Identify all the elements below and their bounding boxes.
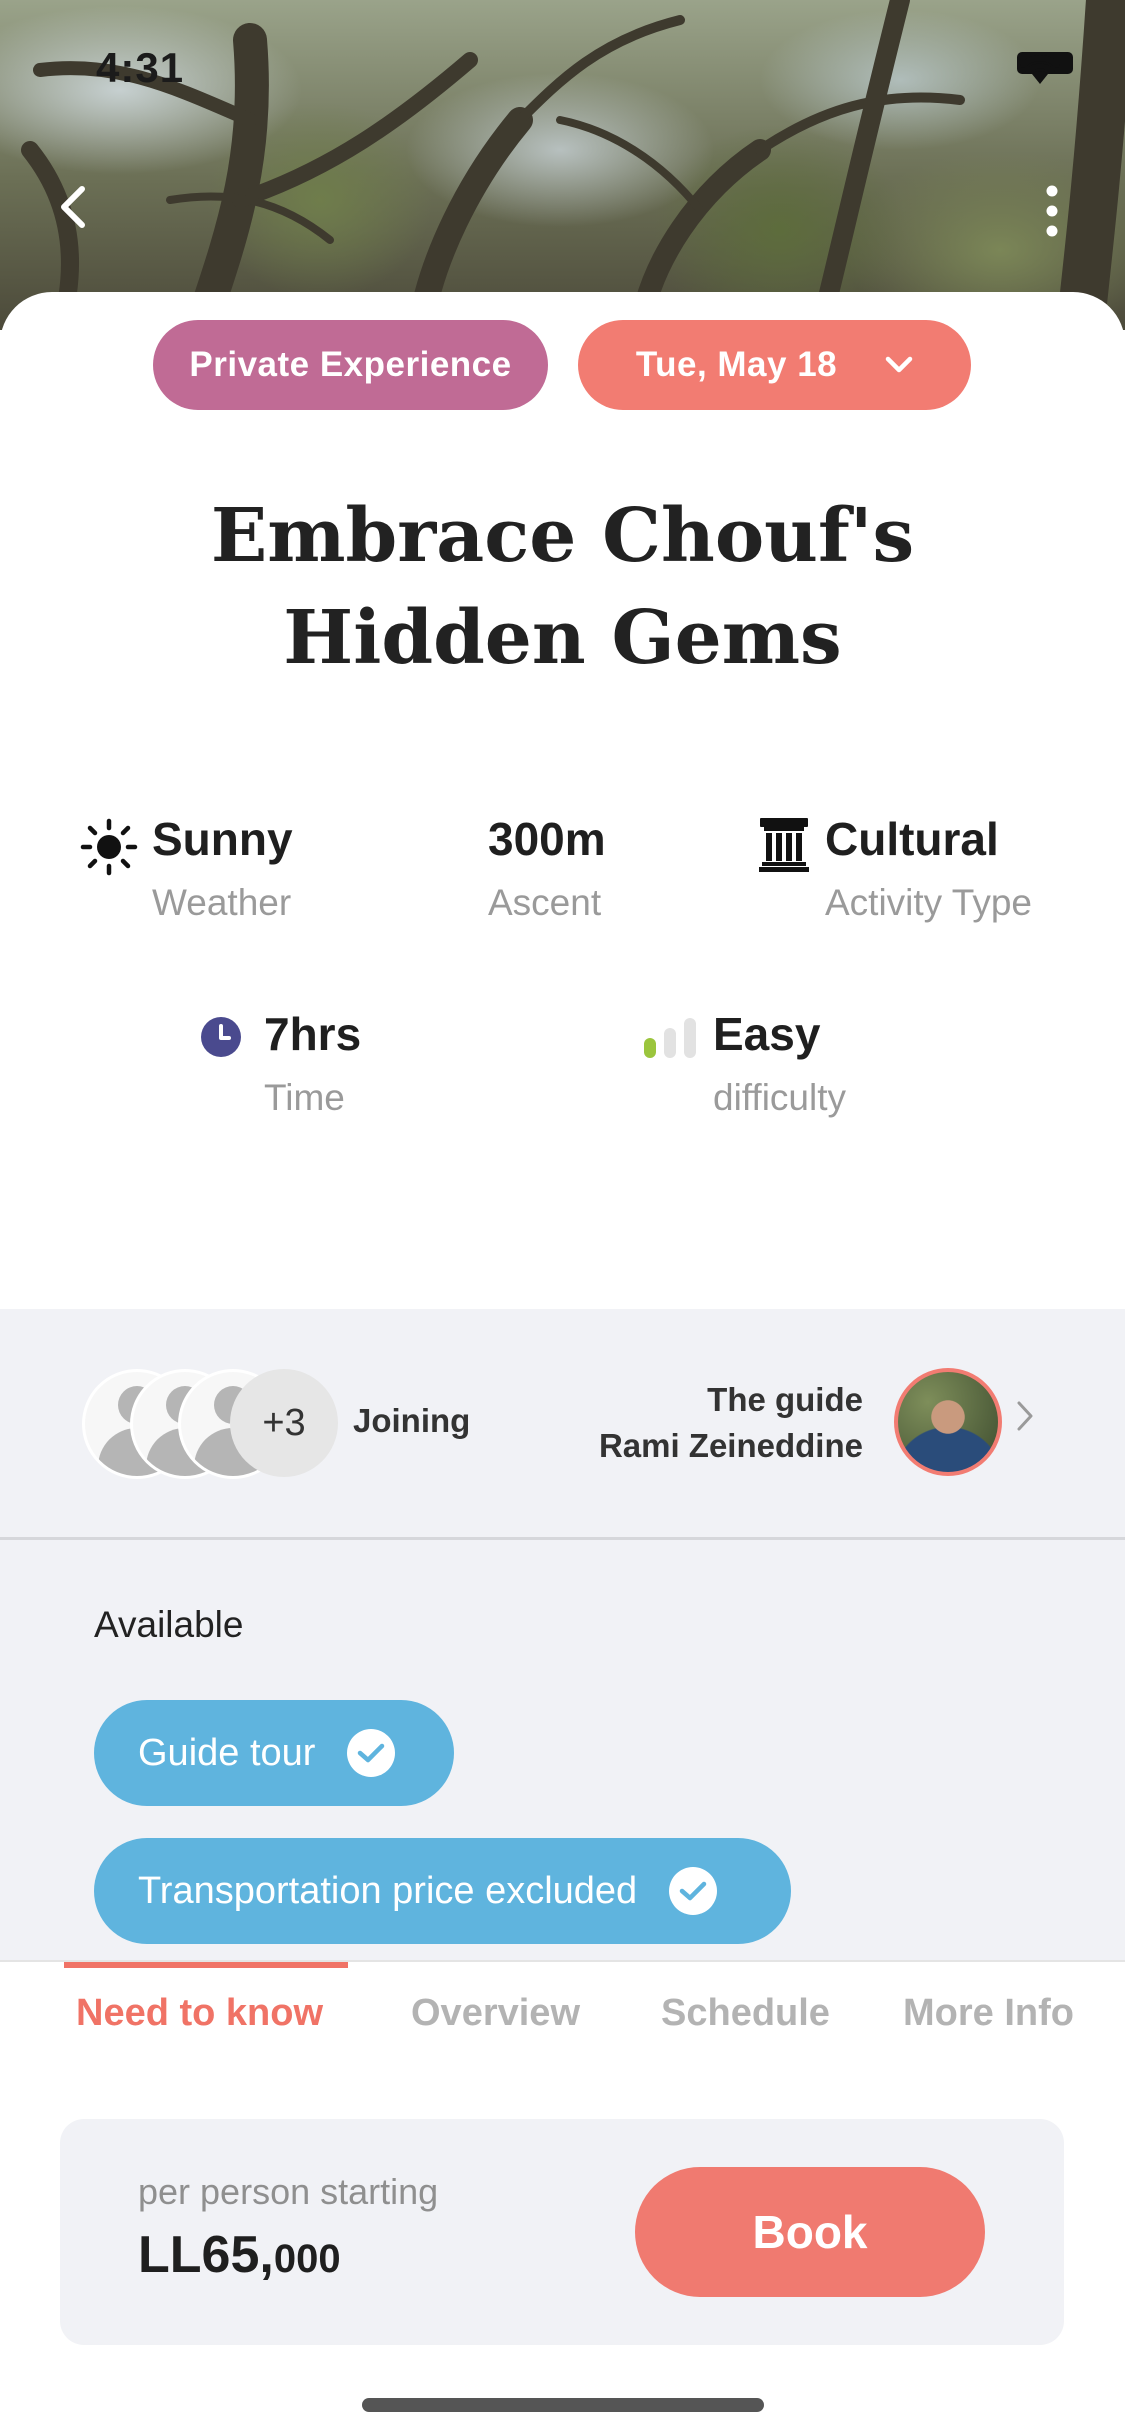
difficulty-label: difficulty	[713, 1077, 846, 1118]
chevron-right-icon[interactable]	[1016, 1400, 1034, 1432]
guide-info[interactable]: The guide Rami Zeineddine	[599, 1377, 863, 1469]
tab-more-info[interactable]: More Info	[903, 1992, 1074, 2035]
page-title: Embrace Chouf's Hidden Gems	[0, 485, 1125, 689]
wifi-icon	[1020, 54, 1060, 84]
clock-icon	[201, 1017, 241, 1057]
price-small: 000	[273, 2237, 341, 2281]
ascent-stat: 300m Ascent	[488, 812, 606, 924]
tab-need-to-know[interactable]: Need to know	[76, 1992, 323, 2035]
status-icons	[1017, 52, 1073, 84]
title-line-1: Embrace Chouf's	[210, 493, 915, 579]
status-time: 4:31	[96, 44, 185, 91]
difficulty-stat: Easy difficulty	[713, 1007, 846, 1119]
tag-transportation-excluded: Transportation price excluded	[94, 1838, 791, 1944]
price: LL65,000	[138, 2225, 341, 2285]
check-icon	[347, 1729, 396, 1777]
back-button[interactable]	[58, 185, 118, 245]
check-icon	[669, 1867, 718, 1915]
chevron-left-icon	[61, 186, 85, 228]
book-button[interactable]: Book	[635, 2167, 985, 2297]
guide-name: Rami Zeineddine	[598, 1427, 863, 1464]
tag-label: Guide tour	[138, 1731, 316, 1774]
section-divider	[0, 1537, 1125, 1540]
time-stat: 7hrs Time	[264, 1007, 361, 1119]
price-main: LL65,	[138, 2226, 274, 2284]
home-indicator	[362, 2398, 764, 2412]
hero-image: 4:31	[0, 0, 1125, 330]
activity-stat: Cultural Activity Type	[825, 812, 1032, 924]
extra-participants-count: +3	[230, 1369, 338, 1477]
guide-avatar[interactable]	[894, 1368, 1002, 1476]
weather-label: Weather	[152, 882, 292, 923]
title-line-2: Hidden Gems	[283, 595, 842, 681]
section-tabs: Need to know Overview Schedule More Info	[0, 1960, 1125, 2042]
joining-label: Joining	[353, 1402, 471, 1439]
activity-label: Activity Type	[825, 882, 1033, 923]
available-heading: Available	[94, 1604, 244, 1645]
time-value: 7hrs	[264, 1008, 362, 1060]
more-vertical-icon	[1046, 185, 1058, 237]
weather-stat: Sunny Weather	[152, 812, 293, 924]
weather-value: Sunny	[152, 813, 293, 865]
booking-card: per person starting LL65,000 Book	[60, 2119, 1064, 2345]
signal-bars-icon	[644, 1018, 696, 1058]
time-label: Time	[264, 1077, 345, 1118]
tag-label: Transportation price excluded	[138, 1869, 638, 1912]
participants-avatars[interactable]: +3	[82, 1369, 342, 1479]
sun-icon	[80, 818, 138, 876]
price-caption: per person starting	[138, 2171, 439, 2212]
date-label: Tue, May 18	[635, 345, 838, 384]
tag-guide-tour: Guide tour	[94, 1700, 454, 1806]
tab-schedule[interactable]: Schedule	[661, 1992, 830, 2035]
private-experience-badge: Private Experience	[153, 320, 548, 410]
private-experience-label: Private Experience	[189, 345, 512, 384]
difficulty-value: Easy	[713, 1008, 821, 1060]
active-tab-indicator	[64, 1962, 348, 1968]
chevron-down-icon	[885, 356, 913, 373]
more-options-button[interactable]	[1045, 185, 1105, 245]
date-selector[interactable]: Tue, May 18	[578, 320, 971, 410]
activity-value: Cultural	[825, 813, 999, 865]
ascent-label: Ascent	[488, 882, 602, 923]
tab-overview[interactable]: Overview	[411, 1992, 580, 2035]
ascent-value: 300m	[488, 813, 606, 865]
guide-caption: The guide	[707, 1381, 863, 1418]
landmark-icon	[759, 818, 809, 872]
